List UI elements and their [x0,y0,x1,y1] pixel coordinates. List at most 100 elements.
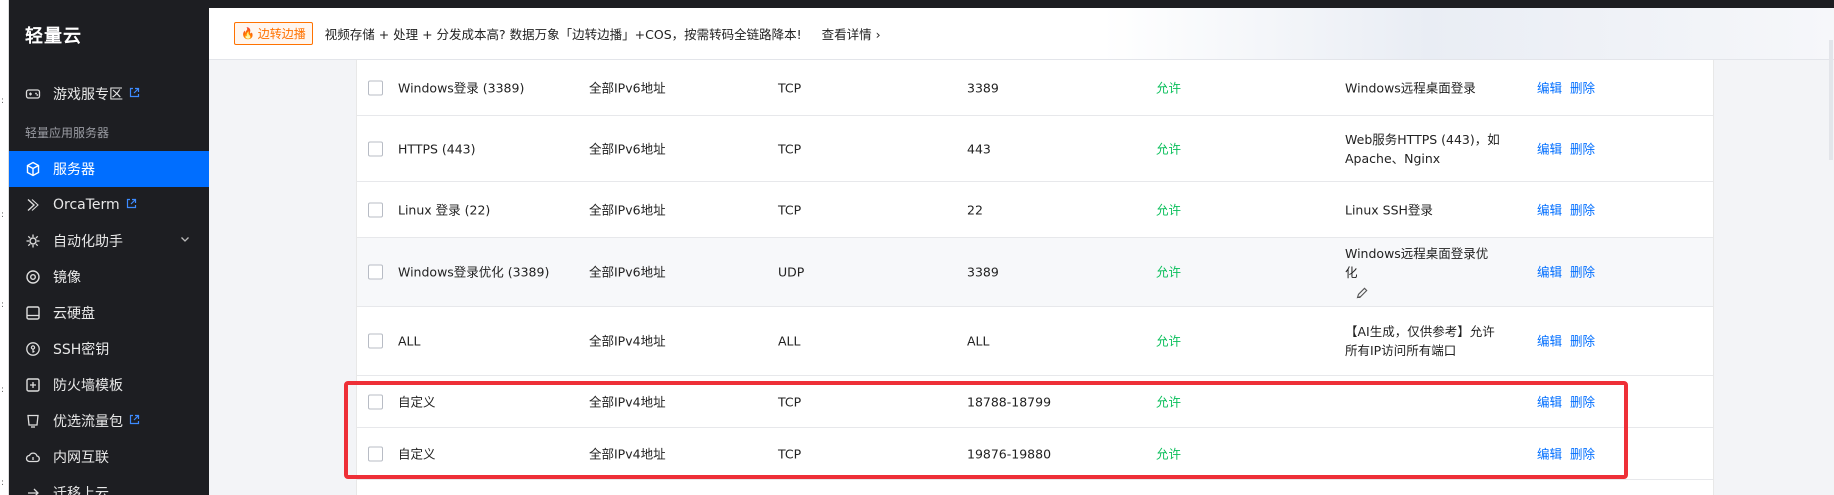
rule-source: 全部IPv6地址 [589,264,666,280]
table-row: Windows登录优化 (3389) 全部IPv6地址 UDP 3389 允许 … [357,238,1713,307]
sidebar-item-firewall-template[interactable]: 防火墙模板 [9,367,209,403]
rule-protocol: TCP [778,80,802,95]
rule-protocol: UDP [778,264,805,280]
external-link-icon [129,86,140,102]
terminal-icon [25,197,41,213]
row-checkbox[interactable] [368,264,383,280]
edit-link[interactable]: 编辑 [1537,141,1562,156]
row-checkbox[interactable] [368,333,383,349]
row-checkbox[interactable] [368,202,383,217]
sidebar-item-label: 自动化助手 [53,234,123,250]
promo-details-label: 查看详情 [821,27,872,42]
rule-source: 全部IPv4地址 [589,394,666,409]
rule-port: 443 [967,141,991,156]
rule-source: 全部IPv4地址 [589,333,666,349]
promo-banner: 🔥 边转边播 视频存储 + 处理 + 分发成本高? 数据万象「边转边播」+COS… [209,8,1834,60]
rule-name: 自定义 [398,394,436,409]
external-link-icon [129,413,140,429]
delete-link[interactable]: 删除 [1570,334,1595,349]
edit-link[interactable]: 编辑 [1537,394,1562,409]
rule-protocol: TCP [778,446,802,461]
rule-name: Windows登录优化 (3389) [398,264,550,280]
sidebar-item-label: 迁移上云 [53,486,109,495]
rule-note: Web服务HTTPS (443)，如Apache、Nginx [1345,131,1500,166]
rule-name: 自定义 [398,446,436,461]
row-checkbox[interactable] [368,80,383,95]
edit-link[interactable]: 编辑 [1537,265,1562,280]
sidebar-item-disk[interactable]: 云硬盘 [9,295,209,331]
rule-source: 全部IPv6地址 [589,141,666,156]
edit-link[interactable]: 编辑 [1537,334,1562,349]
cube-icon [25,161,41,177]
right-edge-strip [1828,40,1834,160]
sidebar-item-traffic-package[interactable]: 优选流量包 [9,403,209,439]
rule-port: 22 [967,202,983,217]
left-edge-strip: ::::: [0,0,9,495]
shield-icon [25,377,41,393]
table-row: 自定义 全部IPv4地址 TCP 18788-18799 允许 编辑 删除 [357,376,1713,428]
key-icon [25,341,41,357]
delete-link[interactable]: 删除 [1570,202,1595,217]
sidebar-item-label: 服务器 [53,162,95,178]
rule-note: Windows远程桌面登录 [1345,80,1476,95]
table-row: Windows登录 (3389) 全部IPv6地址 TCP 3389 允许 Wi… [357,60,1713,116]
rule-note: Linux SSH登录 [1345,202,1433,217]
row-checkbox[interactable] [368,446,383,461]
delete-link[interactable]: 删除 [1570,141,1595,156]
sidebar-item-label: SSH密钥 [53,342,110,358]
rule-protocol: TCP [778,141,802,156]
traffic-icon [25,413,41,429]
rule-source: 全部IPv6地址 [589,202,666,217]
rule-note: Windows远程桌面登录优化 [1345,246,1489,280]
edit-link[interactable]: 编辑 [1537,202,1562,217]
sidebar-item-automation[interactable]: 自动化助手 [9,223,209,259]
sidebar-item-migrate[interactable]: 迁移上云 [9,475,209,495]
sidebar-item-game-zone[interactable]: 游戏服专区 [9,76,209,112]
app-logo: 轻量云 [25,26,82,47]
promo-badge: 🔥 边转边播 [234,22,313,45]
delete-link[interactable]: 删除 [1570,394,1595,409]
rule-port: 18788-18799 [967,394,1052,409]
rule-policy: 允许 [1156,141,1182,156]
row-checkbox[interactable] [368,141,383,156]
rule-policy: 允许 [1156,264,1182,280]
sidebar-item-server[interactable]: 服务器 [9,151,209,187]
sidebar-item-image[interactable]: 镜像 [9,259,209,295]
sidebar-item-label: 云硬盘 [53,306,95,322]
sidebar-item-label: 优选流量包 [53,414,123,430]
edit-link[interactable]: 编辑 [1537,446,1562,461]
sidebar-item-ssh-key[interactable]: SSH密钥 [9,331,209,367]
delete-link[interactable]: 删除 [1570,446,1595,461]
rule-source: 全部IPv6地址 [589,80,666,95]
rule-policy: 允许 [1156,446,1182,461]
rule-name: Windows登录 (3389) [398,80,525,95]
promo-details-link[interactable]: 查看详情 › [822,24,881,43]
rule-name: Linux 登录 (22) [398,202,491,217]
sidebar-item-label: 内网互联 [53,450,109,466]
row-checkbox[interactable] [368,394,383,409]
rule-protocol: ALL [778,333,801,349]
sidebar-item-orcaterm[interactable]: OrcaTerm [9,187,209,223]
pencil-icon[interactable] [1355,286,1369,300]
rule-policy: 允许 [1156,80,1182,95]
sidebar-item-label: 游戏服专区 [53,87,123,103]
sidebar-item-intranet[interactable]: 内网互联 [9,439,209,475]
table-row: Linux 登录 (22) 全部IPv6地址 TCP 22 允许 Linux S… [357,182,1713,238]
delete-link[interactable]: 删除 [1570,80,1595,95]
migrate-icon [25,485,41,495]
rule-note: 【AI生成，仅供参考】允许所有IP访问所有端口 [1345,324,1495,358]
rule-protocol: TCP [778,394,802,409]
row-actions: 编辑 删除 [1537,444,1603,463]
delete-link[interactable]: 删除 [1570,265,1595,280]
rule-policy: 允许 [1156,202,1182,217]
sidebar: ::::: 轻量云 游戏服专区 轻量应用服务器 服务器 OrcaTerm 自动化… [0,0,209,495]
sidebar-item-label: 镜像 [53,270,81,286]
external-link-icon [126,197,137,213]
table-row: ALL 全部IPv4地址 ALL ALL 允许 【AI生成，仅供参考】允许所有I… [357,307,1713,376]
chevron-right-icon: › [875,27,881,42]
rule-policy: 允许 [1156,333,1182,349]
edit-link[interactable]: 编辑 [1537,80,1562,95]
rule-name: HTTPS (443) [398,141,476,156]
rule-port: 19876-19880 [967,446,1052,461]
rule-port: 3389 [967,80,999,95]
